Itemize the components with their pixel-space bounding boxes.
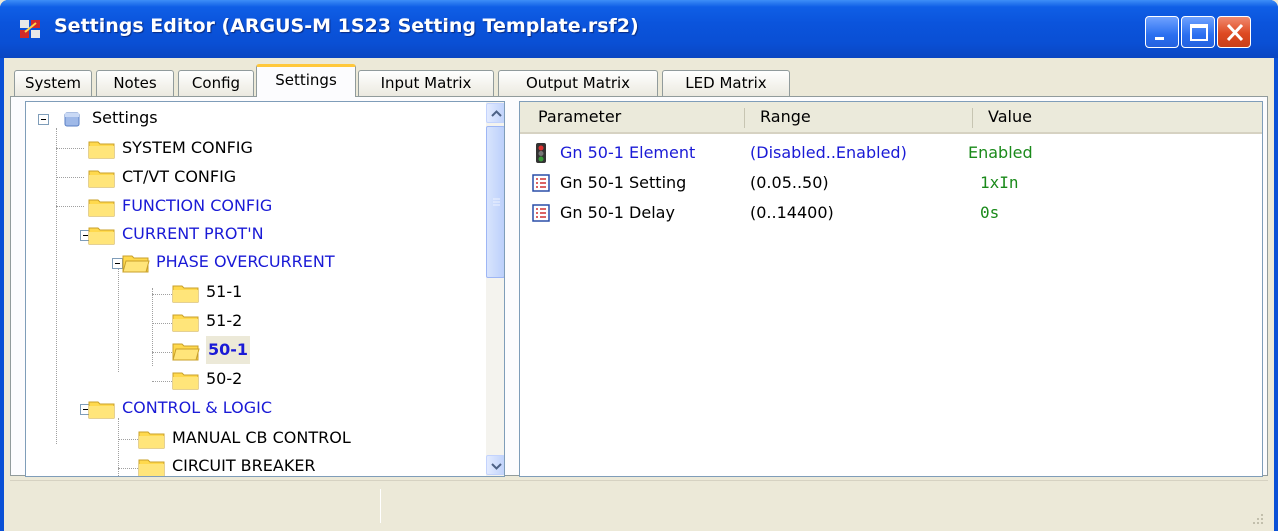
tab-output-matrix[interactable]: Output Matrix: [498, 70, 658, 96]
tree-connector: [152, 323, 172, 324]
settings-editor-window: Settings Editor (ARGUS-M 1S23 Setting Te…: [0, 0, 1278, 531]
folder-icon: [88, 401, 115, 419]
status-bar: [10, 480, 1268, 529]
maximize-icon: [1190, 24, 1208, 41]
tree-item-label: 51-1: [206, 282, 243, 301]
tree-item-label-selected: 50-1: [206, 336, 251, 364]
tab-led-matrix[interactable]: LED Matrix: [662, 70, 790, 96]
tree-connector: [56, 128, 57, 444]
column-header-value[interactable]: Value: [988, 102, 1032, 132]
tree-vertical-scrollbar[interactable]: [486, 102, 504, 476]
scroll-up-button[interactable]: [486, 103, 504, 123]
minimize-icon: [1155, 37, 1164, 40]
folder-icon: [88, 170, 115, 188]
list-setting-icon: [532, 174, 550, 192]
column-divider[interactable]: [972, 108, 973, 128]
window-client-area: System Notes Config Settings Input Matri…: [4, 58, 1274, 531]
tree-connector: [152, 294, 172, 295]
traffic-light-icon: [536, 143, 546, 163]
settings-root-icon: [64, 112, 80, 127]
parameter-name: Gn 50-1 Delay: [560, 203, 675, 222]
tree-item-label: MANUAL CB CONTROL: [172, 428, 351, 447]
parameter-list[interactable]: Parameter Range Value Gn 50-1 Element (D…: [519, 101, 1263, 477]
tab-settings[interactable]: Settings: [256, 64, 356, 97]
folder-icon: [138, 431, 165, 449]
tree-item-label: 51-2: [206, 311, 243, 330]
tree-connector: [56, 177, 84, 178]
tree-connector: [56, 206, 84, 207]
tree-item-label: CURRENT PROT'N: [122, 224, 264, 243]
title-bar[interactable]: Settings Editor (ARGUS-M 1S23 Setting Te…: [0, 0, 1278, 58]
tree-root-label: Settings: [92, 108, 158, 127]
open-folder-icon: [172, 343, 200, 361]
column-divider[interactable]: [744, 108, 745, 128]
list-row[interactable]: Gn 50-1 Delay (0..14400) 0s: [520, 198, 1262, 228]
tree-item-label: SYSTEM CONFIG: [122, 138, 253, 157]
parameter-value[interactable]: 0s: [980, 198, 999, 228]
parameter-name: Gn 50-1 Setting: [560, 173, 687, 192]
tree-item-label: FUNCTION CONFIG: [122, 196, 273, 215]
tree-item-label: CT/VT CONFIG: [122, 167, 237, 186]
tab-input-matrix[interactable]: Input Matrix: [358, 70, 494, 96]
tree-item-label: CIRCUIT BREAKER: [172, 456, 316, 475]
app-icon: [20, 20, 40, 38]
tree-item-label: CONTROL & LOGIC: [122, 398, 273, 417]
maximize-button[interactable]: [1181, 16, 1215, 48]
tree-connector: [56, 148, 84, 149]
folder-icon: [138, 459, 165, 476]
tab-config[interactable]: Config: [178, 70, 254, 96]
tree-connector: [118, 468, 138, 469]
resize-grip-icon[interactable]: [1250, 511, 1264, 525]
parameter-value[interactable]: 1xIn: [980, 168, 1019, 198]
window-title: Settings Editor (ARGUS-M 1S23 Setting Te…: [54, 15, 639, 37]
tree-connector: [152, 352, 172, 353]
folder-icon: [172, 285, 199, 303]
list-row[interactable]: Gn 50-1 Element (Disabled..Enabled) Enab…: [520, 138, 1262, 168]
tree-connector: [118, 268, 119, 372]
tree-connector: [152, 381, 172, 382]
column-header-parameter[interactable]: Parameter: [538, 102, 621, 132]
scroll-down-button[interactable]: [486, 455, 504, 475]
open-folder-icon: [122, 255, 150, 273]
grip-lines-icon: [493, 198, 500, 206]
parameter-range: (0..14400): [750, 203, 834, 222]
tree-connector: [118, 439, 138, 440]
list-row[interactable]: Gn 50-1 Setting (0.05..50) 1xIn: [520, 168, 1262, 198]
tab-system[interactable]: System: [14, 70, 92, 96]
list-header: Parameter Range Value: [520, 102, 1262, 134]
folder-icon: [88, 141, 115, 159]
parameter-value[interactable]: Enabled: [968, 138, 1033, 168]
chevron-down-icon: [491, 463, 502, 470]
close-icon: [1226, 23, 1244, 42]
close-button[interactable]: [1217, 16, 1251, 48]
settings-tree[interactable]: Settings SYSTEM CONFIG CT/VT CONFIG FUNC…: [25, 101, 505, 477]
column-header-range[interactable]: Range: [760, 102, 811, 132]
folder-icon: [172, 314, 199, 332]
collapse-root-expander[interactable]: [38, 114, 49, 125]
parameter-name: Gn 50-1 Element: [560, 143, 696, 162]
scroll-thumb[interactable]: [486, 126, 504, 278]
parameter-range: (Disabled..Enabled): [750, 143, 907, 162]
minimize-button[interactable]: [1145, 16, 1179, 48]
chevron-up-icon: [491, 110, 502, 117]
folder-icon: [88, 199, 115, 217]
folder-icon: [88, 227, 115, 245]
tree-connector: [152, 288, 153, 366]
tab-notes[interactable]: Notes: [96, 70, 174, 96]
parameter-range: (0.05..50): [750, 173, 829, 192]
settings-tab-panel: Settings SYSTEM CONFIG CT/VT CONFIG FUNC…: [10, 96, 1268, 477]
status-divider: [380, 489, 381, 523]
list-setting-icon: [532, 204, 550, 222]
folder-icon: [172, 372, 199, 390]
tree-item-label: PHASE OVERCURRENT: [156, 252, 335, 271]
tree-item-label: 50-2: [206, 369, 243, 388]
